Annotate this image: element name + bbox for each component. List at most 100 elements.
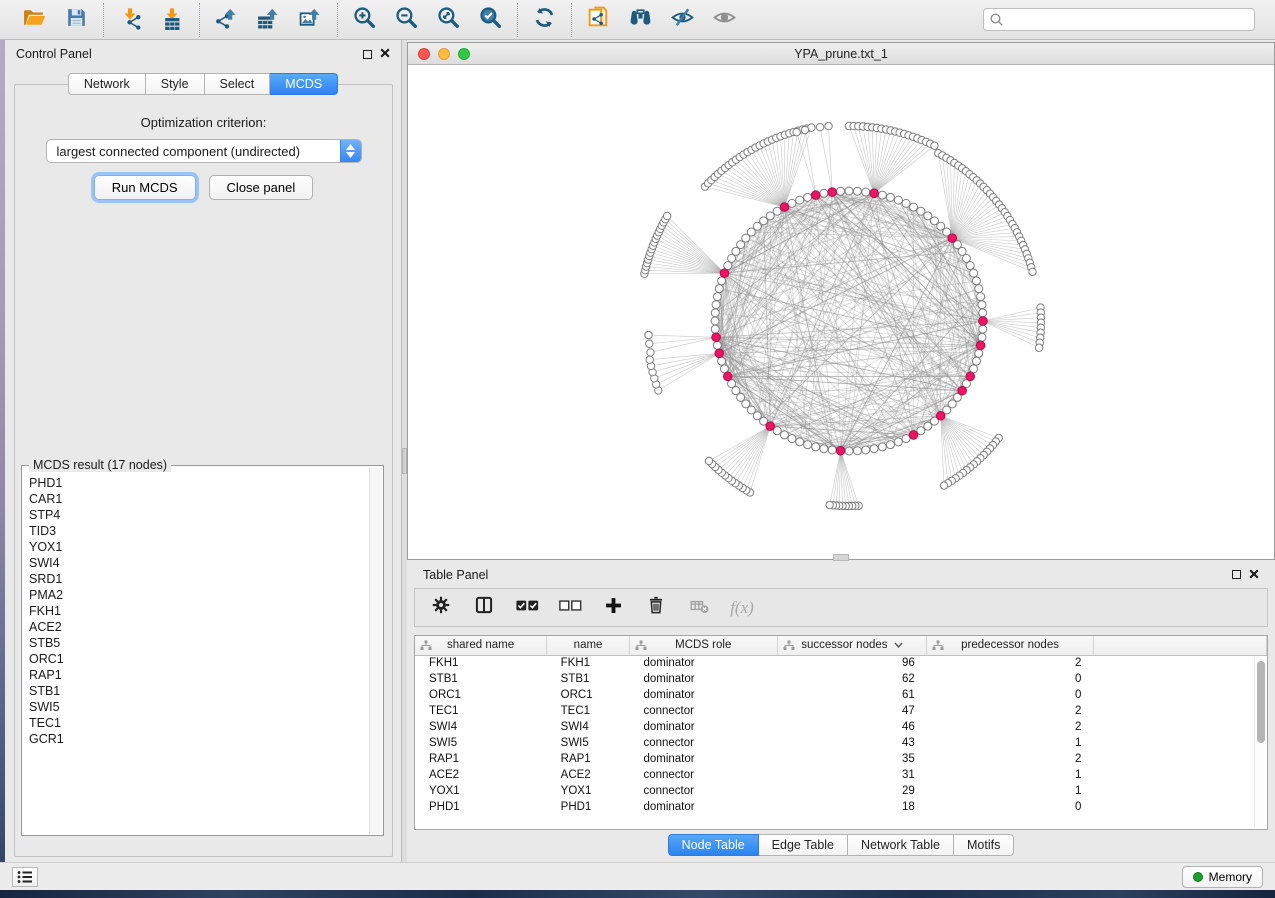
- mcds-result-item[interactable]: PMA2: [29, 587, 369, 603]
- import-table-button[interactable]: [159, 6, 186, 33]
- function-builder-button: f(x): [730, 596, 754, 620]
- close-panel-button[interactable]: Close panel: [209, 175, 314, 200]
- zoom-selected-icon: [478, 5, 503, 35]
- export-table-button[interactable]: [255, 6, 282, 33]
- tab-network-table[interactable]: Network Table: [848, 834, 954, 856]
- cell-predecessor-nodes: 0: [927, 799, 1094, 815]
- select-all-button[interactable]: [515, 596, 539, 620]
- close-table-panel-icon[interactable]: [1249, 568, 1259, 582]
- node-table: shared namenameMCDS rolesuccessor nodes p…: [414, 635, 1268, 830]
- table-row[interactable]: FKH1FKH1dominator962: [415, 655, 1267, 671]
- show-hidden-button[interactable]: [711, 6, 738, 33]
- table-panel: Table Panel f(x) shared namenameMCDS rol…: [407, 562, 1275, 862]
- show-hidden-icon: [712, 5, 737, 35]
- mcds-result-item[interactable]: PHD1: [29, 475, 369, 491]
- mcds-result-item[interactable]: GCR1: [29, 731, 369, 747]
- shared-column-icon: [932, 640, 944, 654]
- hide-selected-icon: [670, 5, 695, 35]
- hide-selected-button[interactable]: [669, 6, 696, 33]
- run-mcds-button[interactable]: Run MCDS: [94, 175, 196, 200]
- delete-row-button[interactable]: [644, 596, 668, 620]
- tab-mcds[interactable]: MCDS: [270, 73, 338, 95]
- save-session-button[interactable]: [63, 6, 90, 33]
- network-canvas[interactable]: [408, 65, 1274, 558]
- mcds-result-item[interactable]: YOX1: [29, 539, 369, 555]
- mcds-result-item[interactable]: RAP1: [29, 667, 369, 683]
- float-table-panel-icon[interactable]: [1232, 570, 1241, 579]
- mcds-result-item[interactable]: SWI5: [29, 699, 369, 715]
- cell-name: FKH1: [547, 655, 630, 671]
- shared-column-icon: [783, 640, 795, 654]
- zoom-fit-icon: [436, 5, 461, 35]
- refresh-layout-button[interactable]: [531, 6, 558, 33]
- tab-node-table[interactable]: Node Table: [668, 834, 759, 856]
- cell-shared-name: YOX1: [415, 783, 547, 799]
- table-row[interactable]: SWI5SWI5connector431: [415, 735, 1267, 751]
- export-network-button[interactable]: [213, 6, 240, 33]
- import-network-button[interactable]: [117, 6, 144, 33]
- import-network-icon: [118, 5, 143, 35]
- tab-style[interactable]: Style: [146, 73, 205, 95]
- deselect-all-button[interactable]: [558, 596, 582, 620]
- close-panel-icon[interactable]: [380, 47, 390, 61]
- mcds-result-item[interactable]: TEC1: [29, 715, 369, 731]
- table-row[interactable]: ACE2ACE2connector311: [415, 767, 1267, 783]
- shared-column-icon: [635, 640, 647, 654]
- mcds-result-scrollbar[interactable]: [369, 467, 382, 834]
- table-row[interactable]: YOX1YOX1connector291: [415, 783, 1267, 799]
- table-row[interactable]: RAP1RAP1dominator352: [415, 751, 1267, 767]
- table-scrollbar[interactable]: [1254, 657, 1266, 828]
- mcds-result-item[interactable]: STP4: [29, 507, 369, 523]
- tab-edge-table[interactable]: Edge Table: [759, 834, 848, 856]
- table-row[interactable]: ORC1ORC1dominator610: [415, 687, 1267, 703]
- mcds-result-item[interactable]: STB1: [29, 683, 369, 699]
- column-header-predecessor-nodes[interactable]: predecessor nodes: [927, 636, 1094, 655]
- cell-MCDS-role: connector: [629, 767, 777, 783]
- table-scrollbar-thumb[interactable]: [1257, 661, 1265, 743]
- cell-filler: [1093, 751, 1266, 767]
- cell-filler: [1093, 687, 1266, 703]
- horizontal-splitter-handle[interactable]: [833, 554, 849, 561]
- zoom-fit-button[interactable]: [435, 6, 462, 33]
- tab-network[interactable]: Network: [68, 73, 146, 95]
- search-input[interactable]: [983, 8, 1255, 31]
- columns-button[interactable]: [472, 596, 496, 620]
- open-file-button[interactable]: [21, 6, 48, 33]
- cell-shared-name: TEC1: [415, 703, 547, 719]
- mcds-result-item[interactable]: SRD1: [29, 571, 369, 587]
- zoom-out-button[interactable]: [393, 6, 420, 33]
- network-search-button[interactable]: [627, 6, 654, 33]
- zoom-in-button[interactable]: [351, 6, 378, 33]
- column-header-name[interactable]: name: [547, 636, 630, 655]
- mcds-result-item[interactable]: ORC1: [29, 651, 369, 667]
- table-row[interactable]: STB1STB1dominator620: [415, 671, 1267, 687]
- mcds-result-item[interactable]: ACE2: [29, 619, 369, 635]
- column-header-successor-nodes[interactable]: successor nodes: [777, 636, 927, 655]
- table-row[interactable]: SWI4SWI4dominator462: [415, 719, 1267, 735]
- gear-button[interactable]: [429, 596, 453, 620]
- cell-shared-name: ORC1: [415, 687, 547, 703]
- tab-motifs[interactable]: Motifs: [954, 834, 1014, 856]
- optimization-criterion-select[interactable]: largest connected component (undirected): [46, 139, 362, 163]
- cell-shared-name: ACE2: [415, 767, 547, 783]
- mcds-result-item[interactable]: SWI4: [29, 555, 369, 571]
- task-history-button[interactable]: [12, 867, 38, 887]
- table-row[interactable]: TEC1TEC1connector472: [415, 703, 1267, 719]
- float-panel-icon[interactable]: [363, 50, 372, 59]
- table-row[interactable]: PHD1PHD1dominator180: [415, 799, 1267, 815]
- import-public-databases-button[interactable]: [585, 6, 612, 33]
- memory-button[interactable]: Memory: [1182, 866, 1263, 888]
- column-label: predecessor nodes: [961, 639, 1059, 651]
- add-row-button[interactable]: [601, 596, 625, 620]
- zoom-selected-button[interactable]: [477, 6, 504, 33]
- column-header-MCDS-role[interactable]: MCDS role: [629, 636, 777, 655]
- mcds-result-item[interactable]: STB5: [29, 635, 369, 651]
- tab-select[interactable]: Select: [205, 73, 271, 95]
- mcds-result-item[interactable]: FKH1: [29, 603, 369, 619]
- mcds-result-item[interactable]: CAR1: [29, 491, 369, 507]
- cell-successor-nodes: 18: [777, 799, 927, 815]
- export-image-button[interactable]: [297, 6, 324, 33]
- column-header-shared-name[interactable]: shared name: [415, 636, 547, 655]
- cell-name: PHD1: [547, 799, 630, 815]
- mcds-result-item[interactable]: TID3: [29, 523, 369, 539]
